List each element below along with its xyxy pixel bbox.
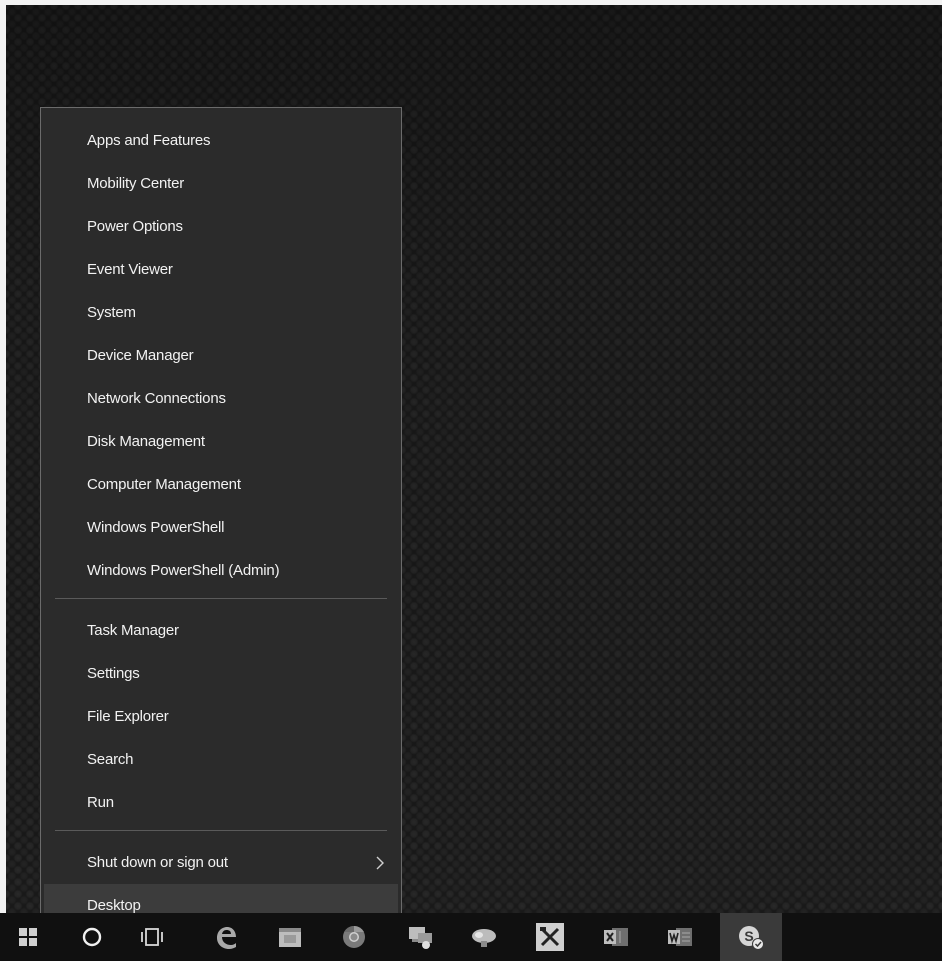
menu-item-label: Shut down or sign out: [87, 854, 228, 871]
remote-desktop-icon: [406, 924, 434, 950]
chevron-right-icon: [373, 853, 387, 873]
cortana-button[interactable]: [64, 913, 120, 961]
menu-item-disk-management[interactable]: Disk Management: [41, 420, 401, 463]
menu-item-run[interactable]: Run: [41, 781, 401, 824]
menu-item-mobility-center[interactable]: Mobility Center: [41, 162, 401, 205]
chrome-icon: [341, 924, 367, 950]
svg-text:S: S: [744, 928, 753, 944]
menu-item-network-connections[interactable]: Network Connections: [41, 377, 401, 420]
skype-icon: S: [736, 922, 766, 952]
menu-item-event-viewer[interactable]: Event Viewer: [41, 248, 401, 291]
task-view-icon: [140, 927, 164, 947]
remote-desktop-button[interactable]: [392, 913, 448, 961]
menu-item-computer-management[interactable]: Computer Management: [41, 463, 401, 506]
start-button[interactable]: [0, 913, 56, 961]
menu-item-device-manager[interactable]: Device Manager: [41, 334, 401, 377]
store-button[interactable]: [262, 913, 318, 961]
edge-button[interactable]: [198, 913, 254, 961]
windows-logo-icon: [19, 928, 37, 946]
screen-left-edge: [0, 0, 6, 961]
chrome-button[interactable]: [326, 913, 382, 961]
network-tool-icon: [469, 925, 499, 949]
edge-icon: [213, 924, 239, 950]
excel-button[interactable]: [588, 913, 644, 961]
network-tool-button[interactable]: [456, 913, 512, 961]
tools-icon: [536, 923, 564, 951]
tools-button[interactable]: [522, 913, 578, 961]
menu-item-search[interactable]: Search: [41, 738, 401, 781]
word-button[interactable]: [652, 913, 708, 961]
taskbar: S: [0, 913, 942, 961]
word-icon: [666, 925, 694, 949]
store-icon: [277, 925, 303, 949]
power-user-menu: Apps and Features Mobility Center Power …: [40, 107, 402, 927]
menu-item-windows-powershell[interactable]: Windows PowerShell: [41, 506, 401, 549]
menu-item-windows-powershell-admin[interactable]: Windows PowerShell (Admin): [41, 549, 401, 592]
menu-item-apps-and-features[interactable]: Apps and Features: [41, 119, 401, 162]
menu-separator: [55, 598, 387, 599]
menu-item-task-manager[interactable]: Task Manager: [41, 609, 401, 652]
menu-item-power-options[interactable]: Power Options: [41, 205, 401, 248]
menu-item-settings[interactable]: Settings: [41, 652, 401, 695]
menu-item-shut-down-or-sign-out[interactable]: Shut down or sign out: [41, 841, 401, 884]
menu-item-system[interactable]: System: [41, 291, 401, 334]
cortana-circle-icon: [81, 926, 103, 948]
menu-item-file-explorer[interactable]: File Explorer: [41, 695, 401, 738]
menu-separator: [55, 830, 387, 831]
task-view-button[interactable]: [124, 913, 180, 961]
excel-icon: [602, 925, 630, 949]
screen-top-edge: [0, 0, 942, 5]
skype-button[interactable]: S: [720, 913, 782, 961]
